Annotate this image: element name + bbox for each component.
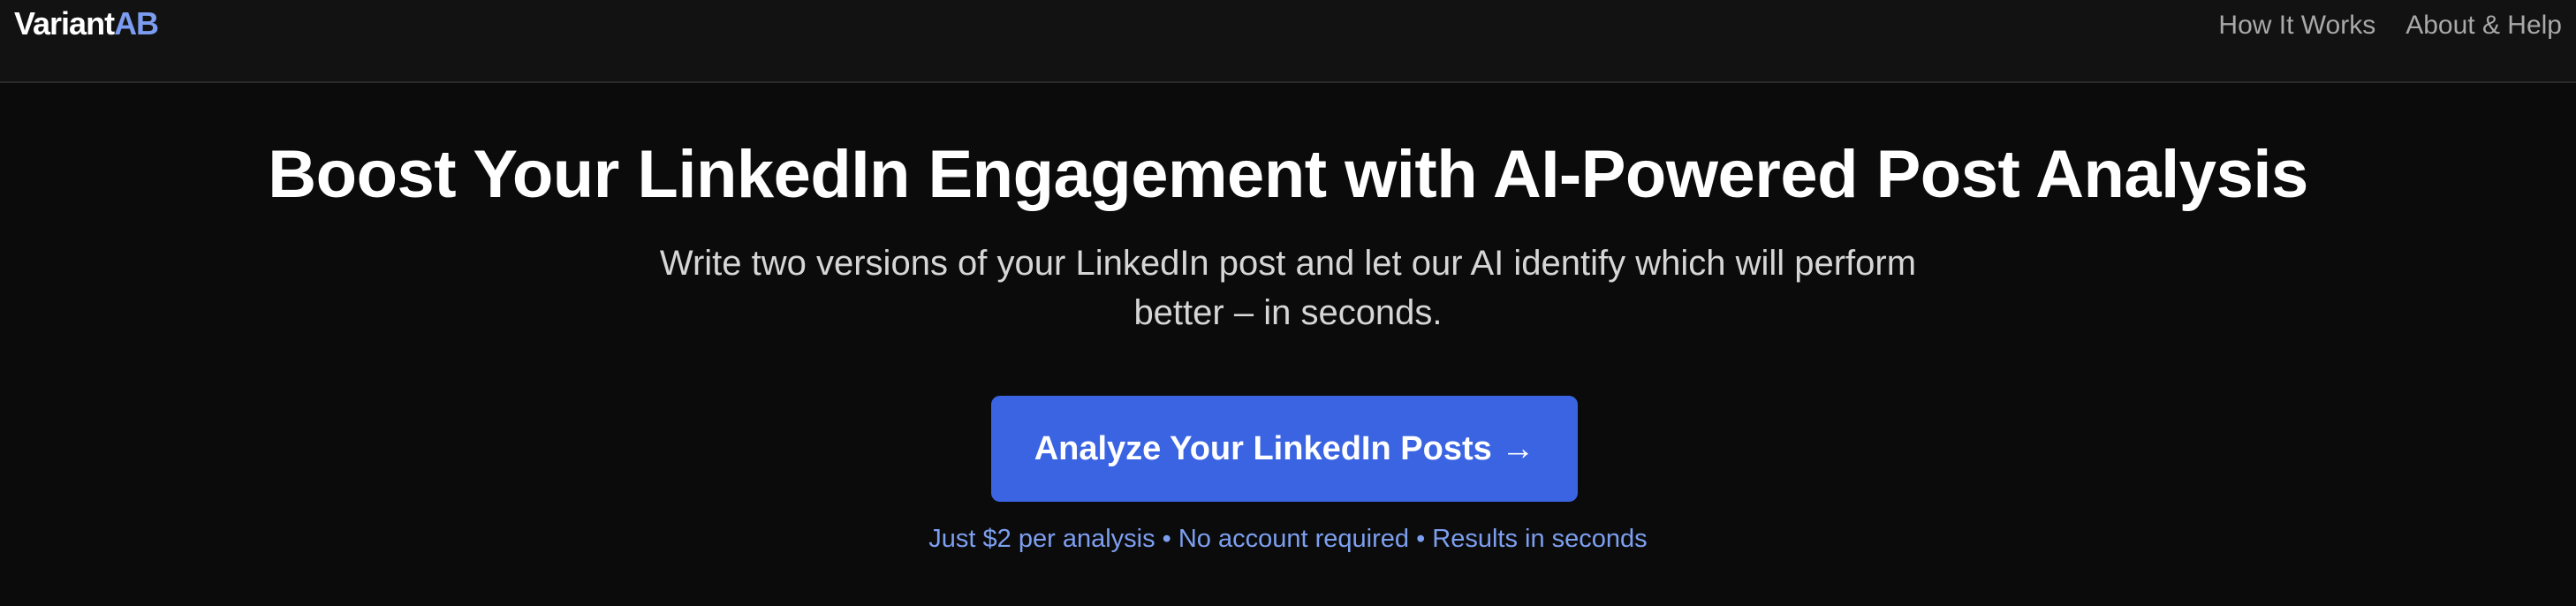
analyze-posts-button[interactable]: Analyze Your LinkedIn Posts → <box>991 396 1578 502</box>
nav-link-about-help[interactable]: About & Help <box>2406 11 2562 41</box>
hero-subheadline: Write two versions of your LinkedIn post… <box>659 244 1917 332</box>
nav-link-how-it-works[interactable]: How It Works <box>2218 11 2375 41</box>
nav-links: How It Works About & Help <box>2218 11 2562 41</box>
hero-headline: Boost Your LinkedIn Engagement with AI-P… <box>268 137 2308 212</box>
logo-text-main: Variant <box>14 5 115 42</box>
hero-section: Boost Your LinkedIn Engagement with AI-P… <box>0 83 2576 606</box>
pricing-note: Just $2 per analysis • No account requir… <box>928 525 1648 553</box>
logo-text-accent: AB <box>114 5 159 42</box>
logo[interactable]: VariantAB <box>14 5 159 42</box>
top-navbar: VariantAB How It Works About & Help <box>0 0 2576 83</box>
